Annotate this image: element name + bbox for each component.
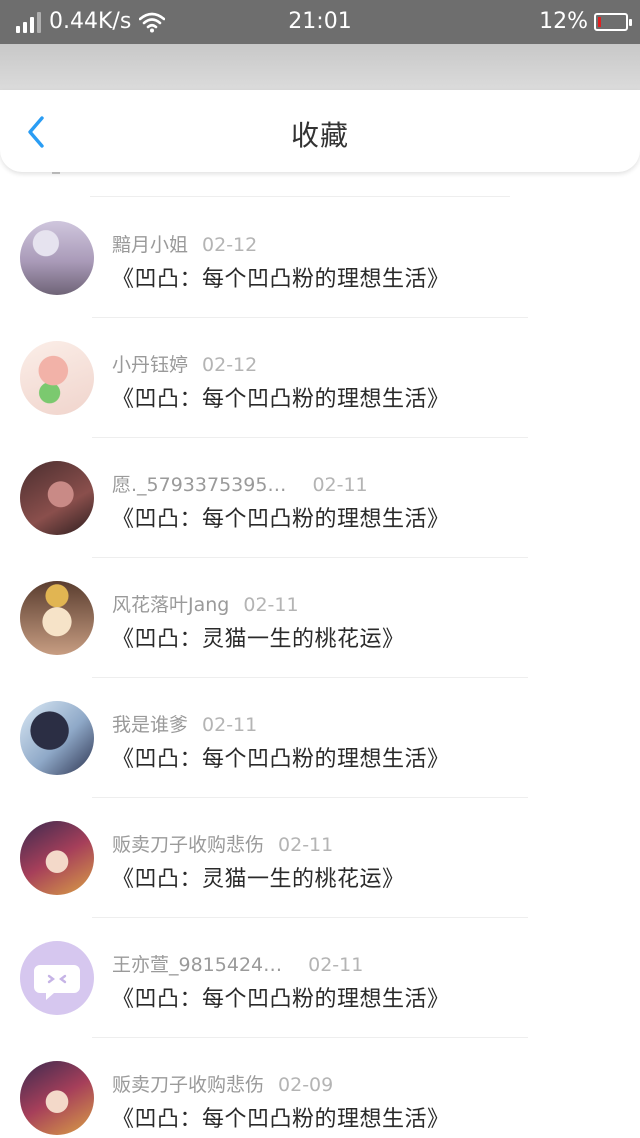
battery-percent: 12% (539, 9, 588, 34)
item-title: 《凹凸：每个凹凸粉的理想生活》 (112, 387, 450, 412)
default-chat-avatar-icon[interactable] (20, 941, 94, 1015)
avatar[interactable] (20, 1061, 94, 1135)
list-item[interactable]: 愿._5793375395… 02-11 《凹凸：每个凹凸粉的理想生活》 (0, 438, 640, 558)
page-title: 收藏 (290, 119, 349, 152)
scroll-stub (52, 172, 60, 174)
item-title: 《凹凸：每个凹凸粉的理想生活》 (112, 507, 450, 532)
item-meta: 我是谁爹 02-11 (112, 710, 257, 737)
item-date: 02-12 (202, 234, 258, 256)
item-date: 02-11 (243, 594, 299, 616)
overlay-strip (0, 44, 640, 92)
list-item[interactable]: 小丹钰婷 02-12 《凹凸：每个凹凸粉的理想生活》 (0, 318, 640, 438)
list-item[interactable]: 黯月小姐 02-12 《凹凸：每个凹凸粉的理想生活》 (0, 198, 640, 318)
avatar[interactable] (20, 221, 94, 295)
item-username[interactable]: 王亦萱_9815424… (112, 954, 282, 976)
item-username[interactable]: 风花落叶Jang (112, 594, 229, 616)
item-date: 02-11 (202, 714, 258, 736)
list-item[interactable]: 我是谁爹 02-11 《凹凸：每个凹凸粉的理想生活》 (0, 678, 640, 798)
avatar[interactable] (20, 821, 94, 895)
item-meta: 王亦萱_9815424… 02-11 (112, 950, 363, 977)
item-title: 《凹凸：每个凹凸粉的理想生活》 (112, 267, 450, 292)
item-meta: 小丹钰婷 02-12 (112, 350, 257, 377)
item-username[interactable]: 黯月小姐 (112, 234, 188, 256)
list-item[interactable]: 贩卖刀子收购悲伤 02-11 《凹凸：灵猫一生的桃花运》 (0, 798, 640, 918)
item-title: 《凹凸：每个凹凸粉的理想生活》 (112, 747, 450, 772)
item-meta: 贩卖刀子收购悲伤 02-09 (112, 1070, 333, 1097)
item-meta: 贩卖刀子收购悲伤 02-11 (112, 830, 333, 857)
nav-header: 收藏 (0, 90, 640, 172)
list-item[interactable]: 贩卖刀子收购悲伤 02-09 《凹凸：每个凹凸粉的理想生活》 (0, 1038, 640, 1138)
battery-icon (594, 12, 632, 31)
avatar[interactable] (20, 701, 94, 775)
item-username[interactable]: 我是谁爹 (112, 714, 188, 736)
item-username[interactable]: 小丹钰婷 (112, 354, 188, 376)
item-date: 02-11 (278, 834, 334, 856)
item-title: 《凹凸：灵猫一生的桃花运》 (112, 627, 405, 652)
status-bar: 0.44K/s 21:01 12% (0, 0, 640, 44)
item-title: 《凹凸：每个凹凸粉的理想生活》 (112, 987, 450, 1012)
favorites-list: 黯月小姐 02-12 《凹凸：每个凹凸粉的理想生活》 小丹钰婷 02-12 《凹凸：每个凹… (0, 172, 640, 1138)
list-item[interactable]: 王亦萱_9815424… 02-11 《凹凸：每个凹凸粉的理想生活》 (0, 918, 640, 1038)
avatar[interactable] (20, 341, 94, 415)
list-divider (90, 196, 510, 197)
item-title: 《凹凸：灵猫一生的桃花运》 (112, 867, 405, 892)
item-username[interactable]: 贩卖刀子收购悲伤 (112, 834, 264, 856)
item-meta: 黯月小姐 02-12 (112, 230, 257, 257)
status-right: 12% (539, 9, 632, 34)
item-date: 02-11 (312, 474, 368, 496)
list-item[interactable]: 风花落叶Jang 02-11 《凹凸：灵猫一生的桃花运》 (0, 558, 640, 678)
item-username[interactable]: 贩卖刀子收购悲伤 (112, 1074, 264, 1096)
item-username[interactable]: 愿._5793375395… (112, 474, 286, 496)
item-title: 《凹凸：每个凹凸粉的理想生活》 (112, 1107, 450, 1132)
item-meta: 风花落叶Jang 02-11 (112, 590, 299, 617)
avatar[interactable] (20, 581, 94, 655)
item-date: 02-11 (308, 954, 364, 976)
item-date: 02-12 (202, 354, 258, 376)
battery-level (598, 16, 601, 27)
item-meta: 愿._5793375395… 02-11 (112, 470, 368, 497)
item-date: 02-09 (278, 1074, 334, 1096)
avatar[interactable] (20, 461, 94, 535)
